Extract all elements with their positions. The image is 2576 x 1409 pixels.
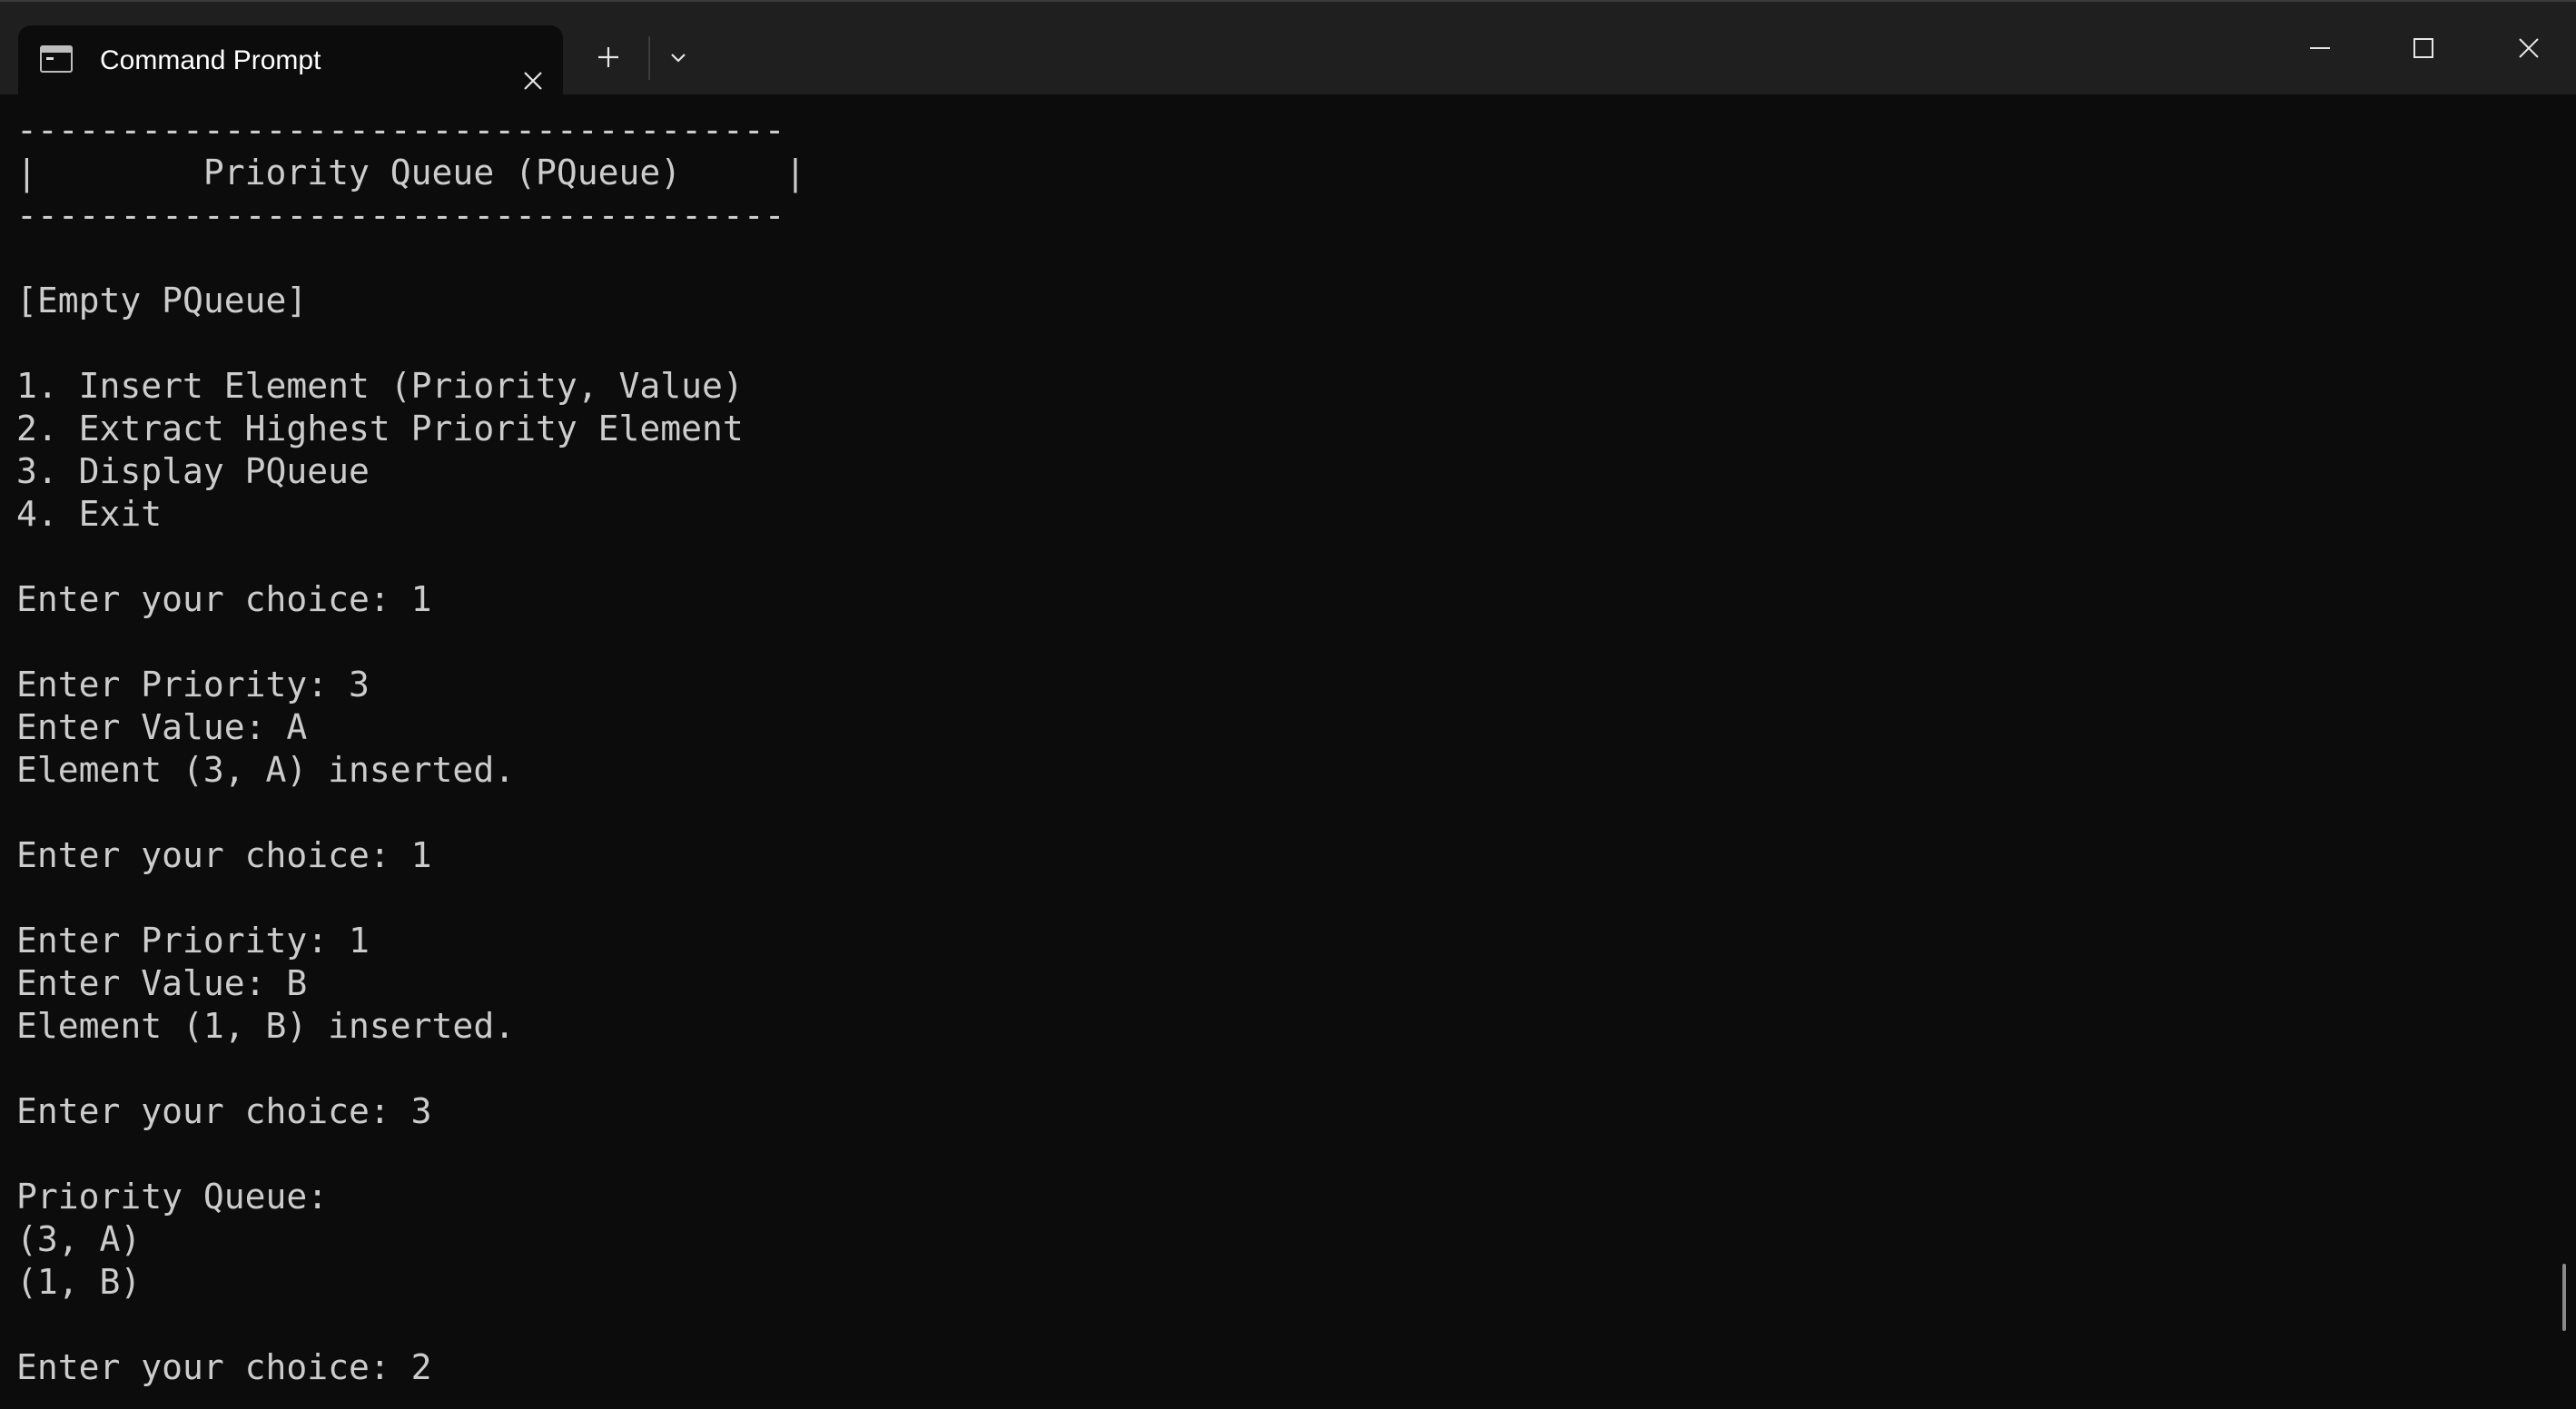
console-line: ------------------------------------- bbox=[16, 110, 785, 150]
tab-title: Command Prompt bbox=[100, 45, 321, 75]
console-line: Enter your choice: 3 bbox=[16, 1091, 432, 1131]
console-line: Enter your choice: 2 bbox=[16, 1347, 432, 1387]
console-line: 3. Display PQueue bbox=[16, 451, 370, 491]
console-line: ------------------------------------- bbox=[16, 195, 785, 235]
console-line: 1. Insert Element (Priority, Value) bbox=[16, 366, 744, 406]
console-line: Enter your choice: 1 bbox=[16, 835, 432, 875]
console-line: 2. Extract Highest Priority Element bbox=[16, 409, 744, 448]
title-bar: Command Prompt bbox=[0, 0, 2576, 96]
close-icon bbox=[524, 72, 542, 90]
terminal-window: Command Prompt -------------------------… bbox=[0, 0, 2576, 1409]
plus-icon bbox=[598, 47, 618, 67]
console-line: | Priority Queue (PQueue) | bbox=[16, 153, 806, 192]
console-line: Element (3, A) inserted. bbox=[16, 750, 516, 790]
tab-close-button[interactable] bbox=[508, 56, 558, 105]
close-button[interactable] bbox=[2497, 16, 2561, 80]
vertical-scrollbar[interactable] bbox=[2562, 1264, 2566, 1331]
minimize-button[interactable] bbox=[2288, 16, 2352, 80]
console-line: 4. Exit bbox=[16, 494, 163, 534]
new-tab-button[interactable] bbox=[581, 33, 636, 82]
console-line: Priority Queue: bbox=[16, 1177, 329, 1217]
maximize-button[interactable] bbox=[2392, 16, 2455, 80]
tab-command-prompt[interactable]: Command Prompt bbox=[18, 25, 563, 96]
console-line: Enter Value: B bbox=[16, 963, 308, 1003]
close-icon bbox=[2519, 38, 2539, 58]
tab-dropdown-button[interactable] bbox=[654, 33, 703, 82]
console-output[interactable]: ------------------------------------- | P… bbox=[16, 109, 2550, 1409]
cmd-icon bbox=[40, 45, 73, 73]
divider bbox=[648, 36, 650, 80]
console-line: (3, A) bbox=[16, 1219, 142, 1259]
minimize-icon bbox=[2310, 47, 2330, 49]
console-line: Enter Priority: 3 bbox=[16, 665, 370, 704]
maximize-icon bbox=[2413, 38, 2433, 58]
console-line: Enter your choice: 1 bbox=[16, 579, 432, 619]
console-line: (1, B) bbox=[16, 1262, 142, 1302]
console-line: Element (1, B) inserted. bbox=[16, 1006, 516, 1046]
chevron-down-icon bbox=[671, 54, 686, 63]
console-line: [Empty PQueue] bbox=[16, 281, 308, 320]
console-line: Enter Priority: 1 bbox=[16, 921, 370, 961]
console-line: Enter Value: A bbox=[16, 707, 308, 747]
